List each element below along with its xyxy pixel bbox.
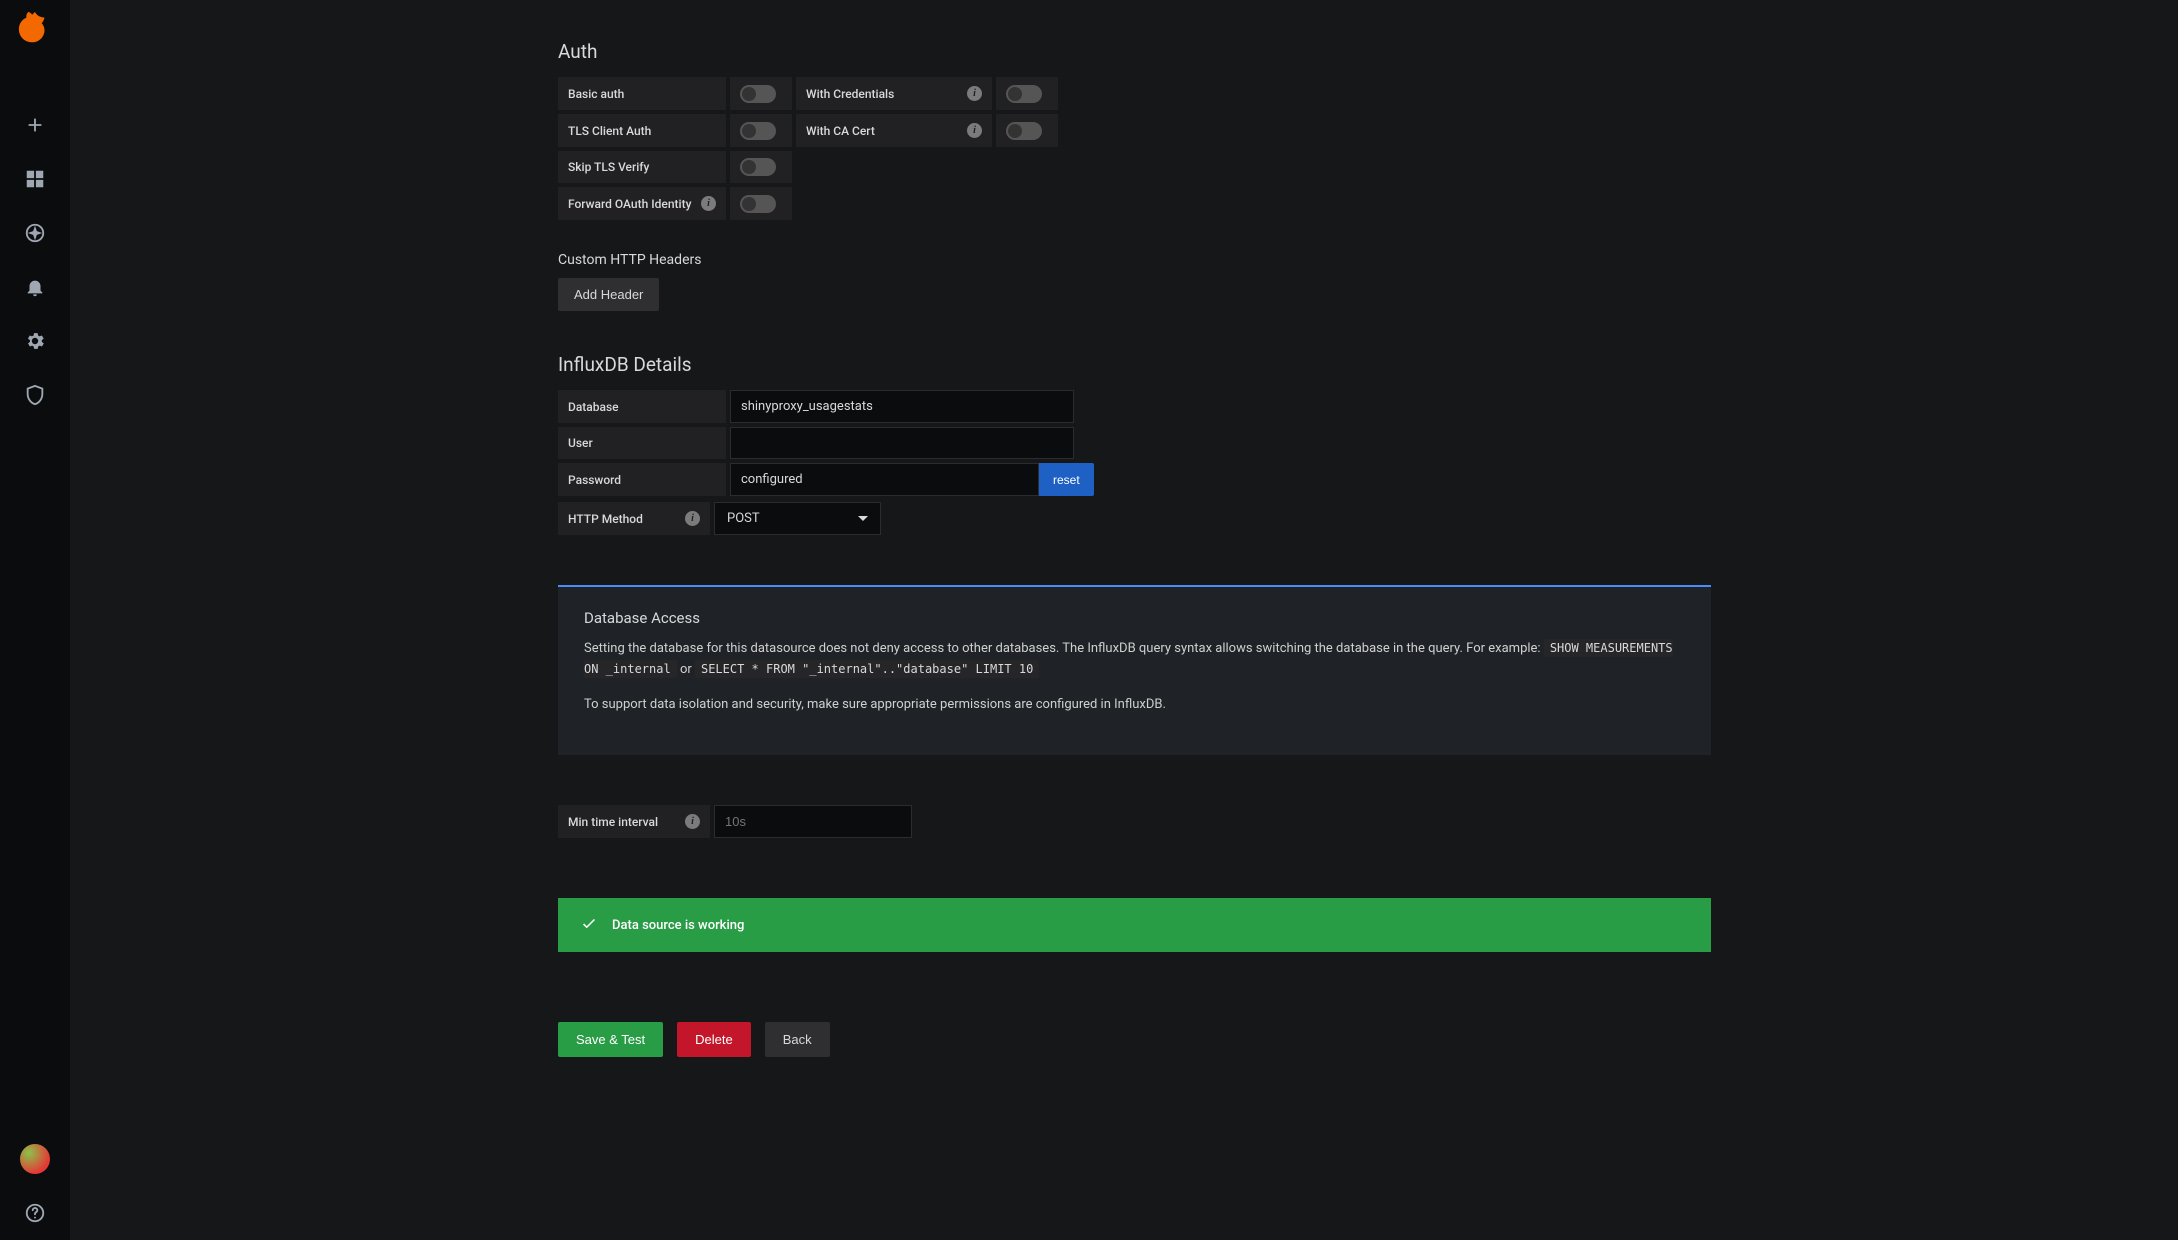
avatar xyxy=(20,1144,50,1174)
sidebar xyxy=(0,0,70,1240)
info-panel-p1: Setting the database for this datasource… xyxy=(584,639,1685,681)
database-label: Database xyxy=(558,390,726,423)
password-label-text: Password xyxy=(568,473,621,487)
basic-auth-toggle[interactable] xyxy=(740,85,776,103)
nav-configuration[interactable] xyxy=(0,314,70,368)
nav-user-avatar[interactable] xyxy=(0,1132,70,1186)
database-label-text: Database xyxy=(568,400,619,414)
password-label: Password xyxy=(558,463,726,496)
with-credentials-label: With Credentials i xyxy=(796,77,992,110)
check-icon xyxy=(580,914,598,936)
back-button[interactable]: Back xyxy=(765,1022,830,1057)
skip-tls-verify-label: Skip TLS Verify xyxy=(558,151,726,183)
reset-password-button[interactable]: reset xyxy=(1039,463,1094,496)
user-input[interactable] xyxy=(730,427,1074,459)
http-method-label: HTTP Method i xyxy=(558,502,710,535)
info-panel-p2: To support data isolation and security, … xyxy=(584,695,1685,716)
info-panel-p1-text: Setting the database for this datasource… xyxy=(584,641,1544,656)
database-access-info-panel: Database Access Setting the database for… xyxy=(558,585,1711,755)
http-method-label-text: HTTP Method xyxy=(568,512,643,526)
tls-client-auth-label-text: TLS Client Auth xyxy=(568,124,651,138)
min-time-interval-input[interactable] xyxy=(714,805,912,838)
with-ca-cert-label-text: With CA Cert xyxy=(806,124,875,138)
section-custom-headers-title: Custom HTTP Headers xyxy=(558,252,1711,268)
section-influx-title: InfluxDB Details xyxy=(558,353,1711,376)
add-header-button[interactable]: Add Header xyxy=(558,278,659,311)
info-icon[interactable]: i xyxy=(967,123,982,138)
info-icon[interactable]: i xyxy=(685,814,700,829)
user-label: User xyxy=(558,427,726,459)
forward-oauth-label: Forward OAuth Identity i xyxy=(558,187,726,220)
action-button-row: Save & Test Delete Back xyxy=(558,1022,1711,1057)
with-credentials-label-text: With Credentials xyxy=(806,87,894,101)
chevron-down-icon xyxy=(858,516,868,521)
with-credentials-toggle-cell xyxy=(996,77,1058,110)
with-ca-cert-toggle[interactable] xyxy=(1006,122,1042,140)
delete-button[interactable]: Delete xyxy=(677,1022,751,1057)
save-and-test-button[interactable]: Save & Test xyxy=(558,1022,663,1057)
info-panel-code2: SELECT * FROM "_internal".."database" LI… xyxy=(695,660,1039,678)
forward-oauth-toggle[interactable] xyxy=(740,195,776,213)
tls-client-auth-toggle-cell xyxy=(730,114,792,147)
forward-oauth-toggle-cell xyxy=(730,187,792,220)
tls-client-auth-toggle[interactable] xyxy=(740,122,776,140)
password-input[interactable]: configured xyxy=(730,463,1039,496)
nav-create[interactable] xyxy=(0,98,70,152)
basic-auth-label-text: Basic auth xyxy=(568,87,624,101)
min-time-interval-label-text: Min time interval xyxy=(568,815,658,829)
with-ca-cert-label: With CA Cert i xyxy=(796,114,992,147)
info-icon[interactable]: i xyxy=(685,511,700,526)
nav-dashboards[interactable] xyxy=(0,152,70,206)
skip-tls-verify-toggle[interactable] xyxy=(740,158,776,176)
info-panel-title: Database Access xyxy=(584,609,1685,627)
http-method-select[interactable]: POST xyxy=(714,502,881,535)
skip-tls-verify-label-text: Skip TLS Verify xyxy=(568,160,649,174)
basic-auth-toggle-cell xyxy=(730,77,792,110)
database-input[interactable]: shinyproxy_usagestats xyxy=(730,390,1074,423)
alert-message: Data source is working xyxy=(612,918,744,933)
grafana-logo[interactable] xyxy=(16,10,54,48)
section-auth-title: Auth xyxy=(558,40,1711,63)
nav-help[interactable] xyxy=(0,1186,70,1240)
http-method-value: POST xyxy=(727,511,760,526)
info-icon[interactable]: i xyxy=(701,196,716,211)
datasource-working-alert: Data source is working xyxy=(558,898,1711,952)
user-label-text: User xyxy=(568,436,593,450)
skip-tls-verify-toggle-cell xyxy=(730,151,792,183)
nav-alerting[interactable] xyxy=(0,260,70,314)
info-panel-or: or xyxy=(680,662,695,677)
nav-explore[interactable] xyxy=(0,206,70,260)
basic-auth-label: Basic auth xyxy=(558,77,726,110)
info-icon[interactable]: i xyxy=(967,86,982,101)
with-ca-cert-toggle-cell xyxy=(996,114,1058,147)
min-time-interval-label: Min time interval i xyxy=(558,805,710,838)
with-credentials-toggle[interactable] xyxy=(1006,85,1042,103)
nav-server-admin[interactable] xyxy=(0,368,70,422)
tls-client-auth -label: TLS Client Auth xyxy=(558,114,726,147)
forward-oauth-label-text: Forward OAuth Identity xyxy=(568,197,691,211)
main-content: Auth Basic auth With Credentials i TLS Cl… xyxy=(70,0,2178,1240)
